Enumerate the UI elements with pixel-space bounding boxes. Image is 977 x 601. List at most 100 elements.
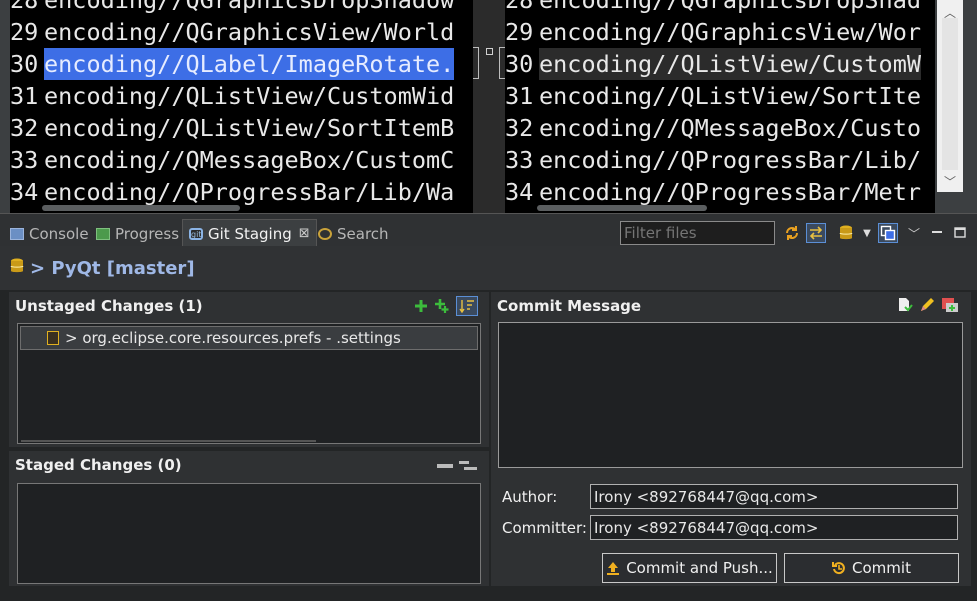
add-to-index-icon[interactable] [414, 299, 428, 313]
search-icon [318, 228, 332, 240]
author-label: Author: [502, 488, 558, 506]
tab-git-staging[interactable]: git Git Staging ⊠ [182, 219, 317, 247]
code-line[interactable]: 33 encoding//QProgressBar/Lib/ [505, 144, 921, 176]
filter-files-input[interactable] [620, 221, 775, 245]
code-text: encoding//QMessageBox/Custo [539, 114, 922, 142]
code-line[interactable]: 32 encoding//QMessageBox/Custo [505, 112, 921, 144]
link-selection-icon[interactable] [806, 223, 826, 243]
committer-field[interactable] [590, 515, 958, 540]
code-line[interactable]: 30 encoding//QLabel/ImageRotate. [10, 48, 455, 80]
vertical-scrollbar[interactable]: ︿ ﹀ [937, 0, 963, 192]
unstaged-file-list[interactable]: > org.eclipse.core.resources.prefs - .se… [17, 323, 481, 444]
compare-left-pane[interactable]: 28 encoding//QGraphicsDropShadow 29 encodin… [10, 0, 473, 213]
console-icon [10, 228, 24, 240]
tab-search[interactable]: Search [312, 221, 395, 247]
code-line[interactable]: 31 encoding//QListView/SortIte [505, 80, 921, 112]
amend-icon[interactable] [919, 297, 935, 313]
staged-file-list[interactable] [17, 483, 481, 584]
sort-by-state-icon[interactable] [456, 296, 478, 316]
unstaged-file-name: > org.eclipse.core.resources.prefs - .se… [65, 329, 401, 347]
maximize-icon[interactable] [950, 223, 970, 243]
code-text: encoding//QListView/CustomWid [44, 82, 455, 110]
commit-message-input[interactable] [498, 322, 963, 468]
line-number: 33 [10, 146, 39, 174]
line-number: 30 [10, 50, 39, 78]
repository-icon[interactable] [836, 223, 856, 243]
sign-off-icon[interactable] [897, 297, 913, 313]
unstaged-changes-section: Unstaged Changes (1) > org.eclipse.core.… [9, 292, 489, 447]
line-number: 30 [505, 50, 534, 78]
file-modified-icon [47, 331, 59, 345]
repository-title: > PyQt [master] [30, 257, 195, 279]
code-line[interactable]: 32 encoding//QListView/SortItemB [10, 112, 454, 144]
commit-button[interactable]: Commit [784, 553, 959, 583]
code-text: encoding//QLabel/ImageRotate. [44, 48, 455, 80]
line-number: 28 [505, 0, 534, 14]
list-item[interactable]: > org.eclipse.core.resources.prefs - .se… [20, 326, 478, 350]
code-text: encoding//QGraphicsView/World [44, 18, 455, 46]
commit-icon [832, 562, 845, 575]
committer-label: Committer: [502, 519, 587, 537]
close-tab-icon[interactable]: ⊠ [299, 226, 310, 241]
horizontal-scrollbar[interactable] [537, 205, 707, 211]
code-line[interactable]: 29 encoding//QGraphicsView/Wor [505, 16, 921, 48]
horizontal-scrollbar[interactable] [42, 205, 240, 211]
code-text: encoding//QListView/SortIte [539, 82, 922, 110]
minimize-icon[interactable] [927, 223, 947, 243]
line-number: 34 [505, 178, 534, 206]
progress-icon [96, 228, 110, 240]
tab-console[interactable]: Console [4, 221, 95, 247]
staged-changes-title: Staged Changes (0) [15, 456, 182, 474]
code-line[interactable]: 31 encoding//QListView/CustomWid [10, 80, 454, 112]
commit-and-push-label: Commit and Push... [626, 559, 773, 577]
code-line[interactable]: 34 encoding//QProgressBar/Lib/Wa [10, 176, 454, 208]
diff-connector-handle[interactable] [486, 48, 493, 55]
diff-bracket-left [473, 47, 479, 79]
upload-icon [607, 562, 620, 575]
list-horizontal-scrollbar[interactable] [21, 440, 316, 442]
repository-header: > PyQt [master] [0, 246, 977, 290]
commit-message-section: Commit Message Author: Committer: Commit… [491, 292, 971, 586]
tab-console-label: Console [29, 225, 89, 243]
diff-gutter [473, 0, 505, 213]
view-menu-chevron-icon[interactable]: ﹀ [904, 223, 924, 243]
code-text: encoding//QProgressBar/Lib/ [539, 146, 922, 174]
tab-progress[interactable]: Progress [90, 221, 185, 247]
add-all-to-index-icon[interactable] [434, 298, 450, 314]
line-number: 31 [505, 82, 534, 110]
line-number: 29 [10, 18, 39, 46]
code-line[interactable]: 34 encoding//QProgressBar/Metr [505, 176, 921, 208]
remove-all-from-index-icon[interactable] [459, 461, 477, 471]
commit-label: Commit [852, 559, 911, 577]
code-text: encoding//QGraphicsDropShad [539, 0, 922, 14]
scrollbar-thumb[interactable] [942, 18, 958, 170]
commit-message-title: Commit Message [497, 297, 642, 315]
compare-right-pane[interactable]: 28 encoding//QGraphicsDropShad 29 encoding/… [505, 0, 935, 213]
line-number: 31 [10, 82, 39, 110]
code-text: encoding//QGraphicsView/Wor [539, 18, 922, 46]
compare-mode-icon[interactable] [878, 223, 898, 243]
change-id-icon[interactable] [941, 297, 959, 313]
git-staging-view: Unstaged Changes (1) > org.eclipse.core.… [0, 290, 977, 601]
code-text: encoding//QListView/CustomW [539, 48, 922, 80]
author-field[interactable] [590, 484, 958, 509]
tab-git-staging-label: Git Staging [208, 224, 292, 243]
code-line[interactable]: 29 encoding//QGraphicsView/World [10, 16, 454, 48]
code-line[interactable]: 30 encoding//QListView/CustomW [505, 48, 922, 80]
tab-progress-label: Progress [115, 225, 180, 243]
remove-from-index-icon[interactable] [437, 463, 453, 469]
repository-menu-icon[interactable]: ▼ [857, 223, 877, 243]
scroll-down-icon[interactable]: ﹀ [944, 173, 956, 190]
line-number: 34 [10, 178, 39, 206]
line-number: 32 [505, 114, 534, 142]
commit-and-push-button[interactable]: Commit and Push... [602, 553, 777, 583]
unstaged-changes-title: Unstaged Changes (1) [15, 297, 203, 315]
code-line[interactable]: 33 encoding//QMessageBox/CustomC [10, 144, 454, 176]
staged-changes-section: Staged Changes (0) [9, 451, 489, 586]
refresh-icon[interactable] [782, 223, 802, 243]
compare-editor: 28 encoding//QGraphicsDropShadow 29 encodin… [0, 0, 977, 213]
code-line[interactable]: 28 encoding//QGraphicsDropShad [505, 0, 921, 16]
commit-toolbar [897, 297, 959, 313]
line-number: 32 [10, 114, 39, 142]
code-line[interactable]: 28 encoding//QGraphicsDropShadow [10, 0, 454, 16]
